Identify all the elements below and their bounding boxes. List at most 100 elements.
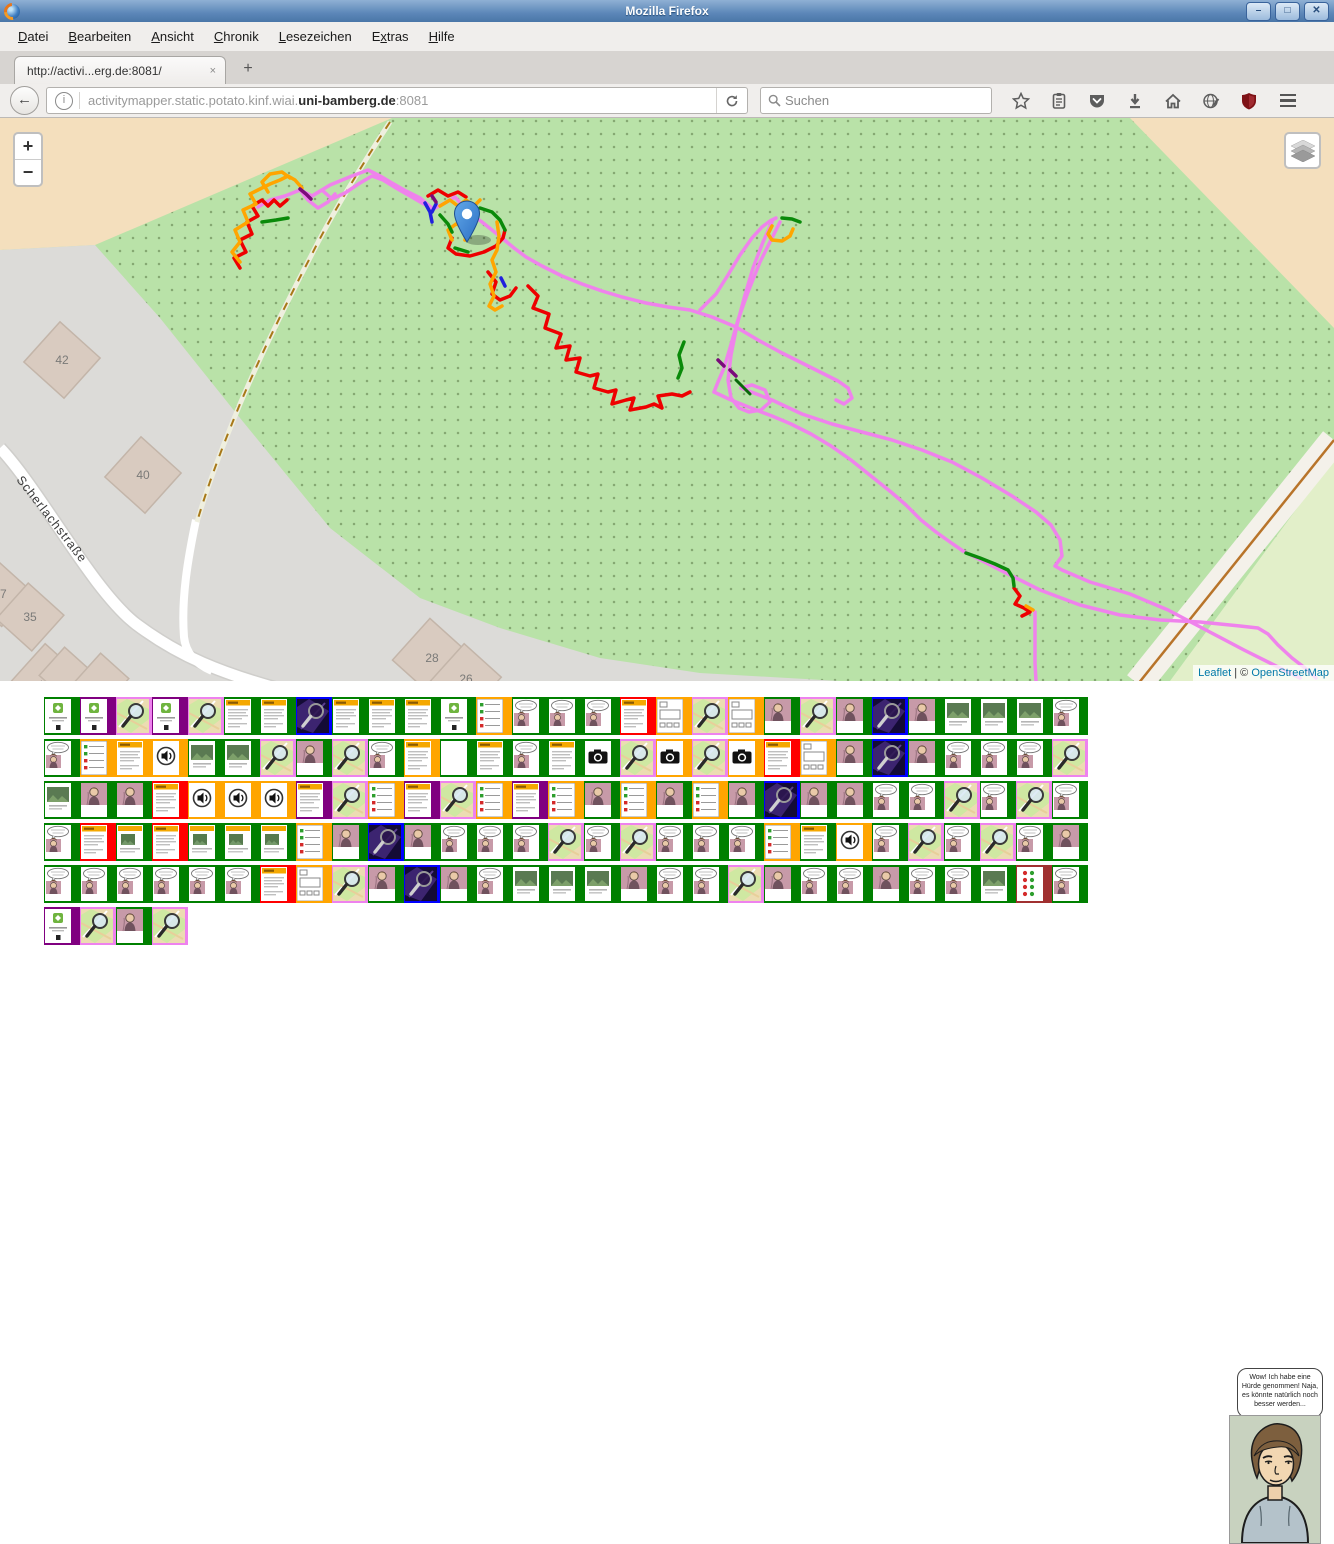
activity-tile-mapdark[interactable] bbox=[872, 697, 908, 735]
activity-tile-map[interactable] bbox=[980, 823, 1016, 861]
activity-tile-map[interactable] bbox=[692, 697, 728, 735]
activity-tile-avatar[interactable] bbox=[296, 739, 332, 777]
menu-item-chronik[interactable]: Chronik bbox=[204, 25, 269, 48]
activity-tile-doc[interactable] bbox=[404, 697, 440, 735]
activity-tile-map[interactable] bbox=[80, 907, 116, 945]
bookmarks-menu-icon[interactable] bbox=[1050, 92, 1068, 110]
activity-tile-speech[interactable] bbox=[944, 865, 980, 903]
activity-tile-app[interactable] bbox=[44, 907, 80, 945]
activity-tile-speech[interactable] bbox=[656, 823, 692, 861]
leaflet-link[interactable]: Leaflet bbox=[1198, 667, 1231, 679]
activity-tile-speech[interactable] bbox=[692, 865, 728, 903]
activity-tile-map[interactable] bbox=[800, 697, 836, 735]
activity-tile-avatar[interactable] bbox=[368, 865, 404, 903]
activity-tile-speech[interactable] bbox=[728, 823, 764, 861]
activity-tile-avatar[interactable] bbox=[800, 781, 836, 819]
activity-tile-icons[interactable] bbox=[1016, 865, 1052, 903]
activity-tile-map[interactable] bbox=[188, 697, 224, 735]
activity-tile-speech[interactable] bbox=[944, 823, 980, 861]
zoom-out-button[interactable]: − bbox=[15, 160, 41, 185]
activity-tile-map[interactable] bbox=[332, 739, 368, 777]
zoom-in-button[interactable]: + bbox=[15, 134, 41, 160]
activity-tile-avatar[interactable] bbox=[908, 739, 944, 777]
activity-tile-app[interactable] bbox=[80, 697, 116, 735]
activity-tile-form[interactable] bbox=[800, 739, 836, 777]
activity-tile-speech[interactable] bbox=[44, 739, 80, 777]
activity-tile-speech[interactable] bbox=[188, 865, 224, 903]
activity-tile-doc[interactable] bbox=[620, 697, 656, 735]
activity-tile-photo[interactable] bbox=[584, 865, 620, 903]
pocket-icon[interactable] bbox=[1088, 92, 1106, 110]
leaflet-map[interactable]: 42403735332826 Scherlachstraße + − Leafl… bbox=[0, 118, 1334, 681]
menu-item-extras[interactable]: Extras bbox=[362, 25, 419, 48]
activity-tile-map[interactable] bbox=[1016, 781, 1052, 819]
activity-tile-photo[interactable] bbox=[980, 697, 1016, 735]
menu-hamburger-button[interactable] bbox=[1280, 94, 1296, 107]
activity-tile-list[interactable] bbox=[476, 697, 512, 735]
activity-tile-photo[interactable] bbox=[188, 739, 224, 777]
ublock-shield-icon[interactable] bbox=[1240, 92, 1258, 110]
activity-tile-doc[interactable] bbox=[548, 739, 584, 777]
activity-tile-speech[interactable] bbox=[692, 823, 728, 861]
activity-tile-speech[interactable] bbox=[836, 865, 872, 903]
activity-tile-list[interactable] bbox=[368, 781, 404, 819]
activity-tile-photo[interactable] bbox=[44, 781, 80, 819]
activity-tile-doc[interactable] bbox=[404, 739, 440, 777]
activity-tile-speech[interactable] bbox=[980, 739, 1016, 777]
activity-tile-list[interactable] bbox=[80, 739, 116, 777]
activity-tile-audio[interactable] bbox=[224, 781, 260, 819]
activity-tile-map[interactable] bbox=[692, 739, 728, 777]
activity-tile-map[interactable] bbox=[152, 907, 188, 945]
activity-tile-photo[interactable] bbox=[224, 739, 260, 777]
activity-tile-app[interactable] bbox=[440, 697, 476, 735]
activity-tile-form[interactable] bbox=[728, 697, 764, 735]
reload-button[interactable] bbox=[716, 88, 747, 113]
url-bar[interactable]: i activitymapper.static.potato.kinf.wiai… bbox=[46, 87, 748, 114]
activity-tile-speech[interactable] bbox=[440, 823, 476, 861]
activity-tile-speech[interactable] bbox=[1052, 697, 1088, 735]
activity-tile-speech[interactable] bbox=[512, 697, 548, 735]
activity-tile-photo[interactable] bbox=[980, 865, 1016, 903]
activity-tile-doc[interactable] bbox=[260, 865, 296, 903]
activity-tile-speech[interactable] bbox=[944, 739, 980, 777]
activity-tile-speech[interactable] bbox=[800, 865, 836, 903]
activity-tile-list[interactable] bbox=[620, 781, 656, 819]
new-tab-button[interactable]: + bbox=[234, 59, 262, 81]
activity-tile-avatar[interactable] bbox=[764, 865, 800, 903]
activity-tile-mapdark[interactable] bbox=[764, 781, 800, 819]
activity-tile-avatar[interactable] bbox=[620, 865, 656, 903]
activity-tile-avatar[interactable] bbox=[332, 823, 368, 861]
search-box[interactable]: Suchen bbox=[760, 87, 992, 114]
activity-tile-doc[interactable] bbox=[512, 781, 548, 819]
activity-tile-doc[interactable] bbox=[476, 739, 512, 777]
activity-tile-photo[interactable] bbox=[512, 865, 548, 903]
activity-tile-doc[interactable] bbox=[368, 697, 404, 735]
site-info-icon[interactable]: i bbox=[55, 92, 73, 110]
activity-tile-doc[interactable] bbox=[260, 697, 296, 735]
activity-tile-speech[interactable] bbox=[44, 865, 80, 903]
window-close-button[interactable]: ✕ bbox=[1304, 2, 1329, 21]
activity-tile-list[interactable] bbox=[548, 781, 584, 819]
activity-tile-speech[interactable] bbox=[1052, 865, 1088, 903]
activity-tile-speech[interactable] bbox=[512, 739, 548, 777]
activity-tile-blank[interactable] bbox=[440, 739, 476, 777]
menu-item-lesezeichen[interactable]: Lesezeichen bbox=[269, 25, 362, 48]
bookmark-star-icon[interactable] bbox=[1012, 92, 1030, 110]
activity-tile-form[interactable] bbox=[296, 865, 332, 903]
activity-tile-speech[interactable] bbox=[1052, 781, 1088, 819]
activity-tile-map[interactable] bbox=[332, 865, 368, 903]
activity-tile-camera[interactable] bbox=[584, 739, 620, 777]
activity-tile-list[interactable] bbox=[692, 781, 728, 819]
extension-globe-icon[interactable] bbox=[1202, 92, 1220, 110]
activity-tile-map[interactable] bbox=[620, 739, 656, 777]
activity-tile-doc[interactable] bbox=[404, 781, 440, 819]
activity-tile-doc[interactable] bbox=[332, 697, 368, 735]
activity-tile-app[interactable] bbox=[44, 697, 80, 735]
window-minimize-button[interactable]: – bbox=[1246, 2, 1271, 21]
activity-tile-map[interactable] bbox=[908, 823, 944, 861]
activity-tile-speech[interactable] bbox=[584, 823, 620, 861]
activity-tile-audio[interactable] bbox=[152, 739, 188, 777]
activity-tile-doc[interactable] bbox=[152, 781, 188, 819]
activity-tile-avatar[interactable] bbox=[116, 907, 152, 945]
activity-tile-photo[interactable] bbox=[548, 865, 584, 903]
